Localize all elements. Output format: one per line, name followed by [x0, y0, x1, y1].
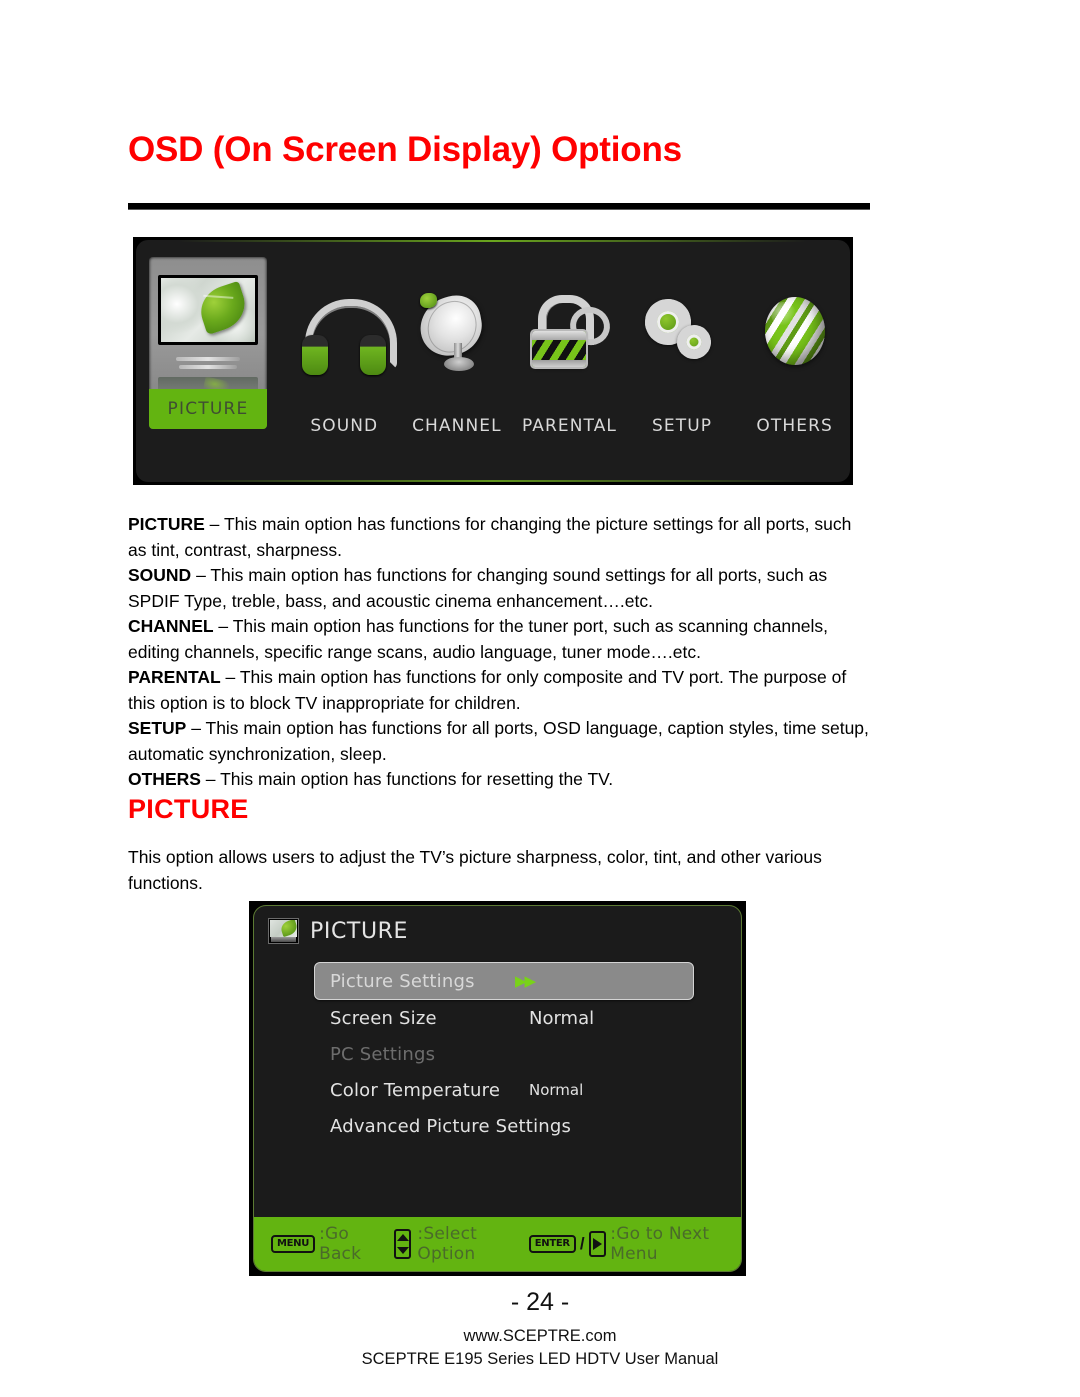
osd-menu-label-picture: PICTURE — [149, 389, 267, 429]
osd-row-label: Screen Size — [330, 1007, 437, 1029]
osd-row-value: Normal — [529, 1007, 595, 1029]
footer-next-menu-text: :Go to Next Menu — [610, 1224, 710, 1264]
osd-menu-item-parental[interactable]: PARENTAL — [514, 257, 625, 446]
osd-row-screen-size[interactable]: Screen Size Normal — [314, 1000, 694, 1036]
description-text-setup: This main option has functions for all p… — [128, 718, 869, 764]
picture-osd-title: PICTURE — [310, 918, 409, 944]
section-paragraph: This option allows users to adjust the T… — [128, 845, 873, 896]
description-text-sound: This main option has functions for chang… — [128, 565, 828, 611]
page-number: - 24 - — [510, 1288, 570, 1316]
osd-menu-item-picture[interactable]: PICTURE — [136, 240, 267, 429]
dash-1: – — [191, 565, 211, 585]
dash-4: – — [186, 718, 206, 738]
picture-osd-screenshot: PICTURE Picture Settings ▶▶ Screen Size … — [249, 901, 746, 1276]
description-term-setup: SETUP — [128, 718, 187, 738]
picture-osd-rows: Picture Settings ▶▶ Screen Size Normal P… — [314, 962, 694, 1144]
description-text-others: This main option has functions for reset… — [220, 769, 614, 789]
tv-screen-icon — [158, 275, 258, 345]
osd-row-advanced-picture-settings[interactable]: Advanced Picture Settings — [314, 1108, 694, 1144]
description-text-channel: This main option has functions for the t… — [128, 616, 829, 662]
headphones-icon — [289, 291, 400, 381]
description-term-others: OTHERS — [128, 769, 201, 789]
description-term-channel: CHANNEL — [128, 616, 214, 636]
osd-row-value: Normal — [529, 1081, 584, 1099]
description-setup: SETUP – This main option has functions f… — [128, 716, 873, 767]
osd-row-label: Advanced Picture Settings — [330, 1115, 572, 1137]
description-others: OTHERS – This main option has functions … — [128, 767, 873, 793]
padlock-icon — [514, 291, 625, 381]
osd-menu-label-others: OTHERS — [756, 416, 833, 436]
osd-menu-item-channel[interactable]: CHANNEL — [402, 257, 513, 446]
dash-0: – — [204, 514, 224, 534]
page-title: OSD (On Screen Display) Options — [128, 130, 682, 169]
picture-osd-header: PICTURE — [268, 918, 408, 944]
double-arrow-right-icon: ▶▶ — [515, 972, 536, 990]
menu-key-icon: MENU — [271, 1235, 316, 1253]
tv-stand-icon — [175, 353, 241, 375]
osd-menu-label-sound: SOUND — [310, 416, 379, 436]
title-divider — [128, 203, 870, 210]
picture-osd-footer: MENU :Go Back :Select Option ENTER / :Go… — [254, 1217, 741, 1271]
dash-3: – — [220, 667, 240, 687]
osd-row-pc-settings: PC Settings — [314, 1036, 694, 1072]
description-picture: PICTURE – This main option has functions… — [128, 512, 873, 563]
footer-go-back-text: :Go Back — [319, 1224, 362, 1264]
globe-icon — [739, 291, 850, 381]
footer-slash: / — [579, 1234, 585, 1253]
description-term-sound: SOUND — [128, 565, 192, 585]
description-parental: PARENTAL – This main option has function… — [128, 665, 873, 716]
section-heading-picture: PICTURE — [128, 794, 249, 824]
osd-menu-label-parental: PARENTAL — [521, 416, 617, 436]
footer-manual-name: SCEPTRE E195 Series LED HDTV User Manual — [361, 1350, 719, 1368]
description-channel: CHANNEL – This main option has functions… — [128, 614, 873, 665]
description-text-picture: This main option has functions for chang… — [128, 514, 852, 560]
osd-menu-label-channel: CHANNEL — [412, 416, 502, 436]
section-paragraph-text: This option allows users to adjust the T… — [128, 847, 822, 893]
description-sound: SOUND – This main option has functions f… — [128, 563, 873, 614]
menu-descriptions: PICTURE – This main option has functions… — [128, 512, 873, 793]
enter-key-icon: ENTER — [528, 1235, 576, 1253]
osd-row-label: Picture Settings — [330, 970, 475, 992]
dash-2: – — [213, 616, 233, 636]
up-down-arrows-icon — [393, 1229, 412, 1259]
footer-select-option-text: :Select Option — [417, 1224, 477, 1264]
satellite-dish-icon — [402, 288, 513, 381]
dash-5: – — [200, 769, 221, 789]
tv-picture-icon: PICTURE — [149, 257, 267, 429]
description-term-parental: PARENTAL — [128, 667, 221, 687]
osd-main-menu-screenshot: PICTURE SOUND CHANNEL PARENTAL SETUP OTH… — [133, 237, 853, 485]
osd-row-label: PC Settings — [330, 1043, 436, 1065]
tv-picture-icon-small — [268, 918, 299, 944]
page-footer: www.SCEPTRE.com SCEPTRE E195 Series LED … — [0, 1325, 1080, 1371]
osd-menu-label-setup: SETUP — [652, 416, 713, 436]
osd-menu-item-sound[interactable]: SOUND — [289, 257, 400, 446]
footer-website: www.SCEPTRE.com — [463, 1327, 617, 1345]
osd-menu-item-others[interactable]: OTHERS — [739, 257, 850, 446]
description-term-picture: PICTURE — [128, 514, 205, 534]
osd-row-picture-settings[interactable]: Picture Settings ▶▶ — [314, 962, 694, 1000]
osd-row-label: Color Temperature — [330, 1079, 501, 1101]
arrow-right-key-icon — [588, 1231, 607, 1257]
gears-icon — [627, 291, 738, 381]
osd-menu-item-setup[interactable]: SETUP — [627, 257, 738, 446]
osd-row-color-temperature[interactable]: Color Temperature Normal — [314, 1072, 694, 1108]
